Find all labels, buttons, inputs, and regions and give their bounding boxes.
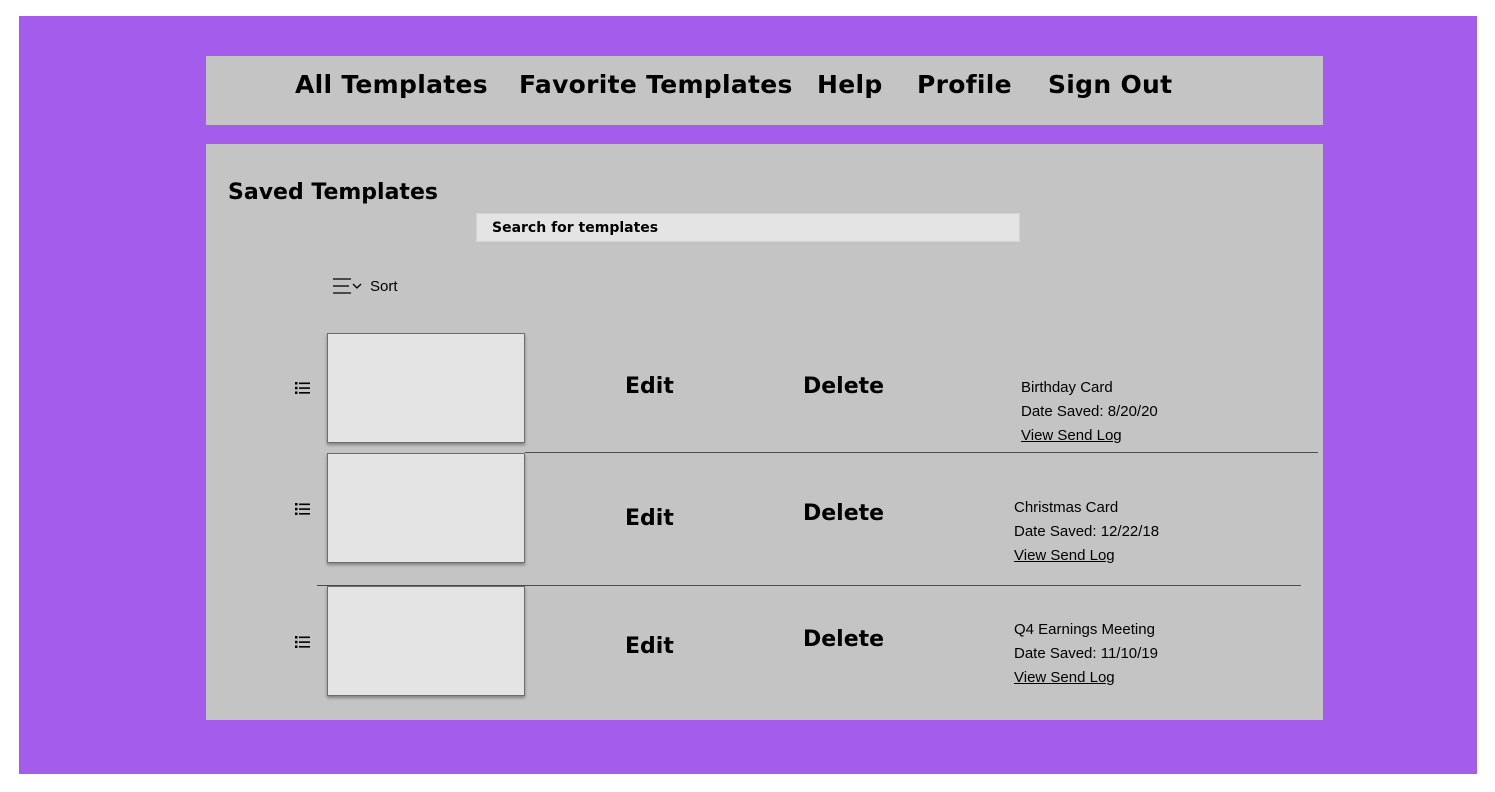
delete-button[interactable]: Delete: [803, 627, 884, 652]
template-date-saved: Date Saved: 11/10/19: [1014, 645, 1158, 662]
edit-button[interactable]: Edit: [625, 506, 674, 531]
page-title: Saved Templates: [228, 180, 438, 205]
sort-button[interactable]: Sort: [332, 274, 398, 298]
drag-list-icon[interactable]: [294, 502, 312, 516]
template-thumbnail[interactable]: [327, 586, 525, 696]
template-info: Christmas Card Date Saved: 12/22/18 View…: [1014, 496, 1159, 568]
drag-list-icon[interactable]: [294, 635, 312, 649]
nav-favorite-templates[interactable]: Favorite Templates: [519, 70, 793, 99]
nav-sign-out[interactable]: Sign Out: [1048, 70, 1172, 99]
view-send-log-link[interactable]: View Send Log: [1014, 544, 1159, 568]
saved-templates-panel: Saved Templates Sort Edit Delete Birthda…: [206, 144, 1323, 720]
template-thumbnail[interactable]: [327, 453, 525, 563]
template-name: Birthday Card: [1021, 379, 1113, 396]
edit-button[interactable]: Edit: [625, 634, 674, 659]
nav-profile[interactable]: Profile: [917, 70, 1012, 99]
template-date-saved: Date Saved: 12/22/18: [1014, 523, 1160, 540]
template-name: Q4 Earnings Meeting: [1014, 621, 1155, 638]
nav-help[interactable]: Help: [817, 70, 883, 99]
sort-icon: [333, 278, 362, 294]
top-navigation: All Templates Favorite Templates Help Pr…: [206, 56, 1323, 125]
drag-list-icon[interactable]: [294, 381, 312, 395]
nav-all-templates[interactable]: All Templates: [295, 70, 488, 99]
search-input[interactable]: [476, 213, 1020, 242]
delete-button[interactable]: Delete: [803, 374, 884, 399]
view-send-log-link[interactable]: View Send Log: [1014, 666, 1158, 690]
template-name: Christmas Card: [1014, 499, 1119, 516]
edit-button[interactable]: Edit: [625, 374, 674, 399]
template-date-saved: Date Saved: 8/20/20: [1021, 403, 1158, 420]
template-thumbnail[interactable]: [327, 333, 525, 443]
sort-label: Sort: [370, 277, 398, 295]
view-send-log-link[interactable]: View Send Log: [1021, 424, 1158, 448]
delete-button[interactable]: Delete: [803, 501, 884, 526]
template-info: Birthday Card Date Saved: 8/20/20 View S…: [1021, 376, 1158, 448]
row-divider: [525, 452, 1318, 453]
template-info: Q4 Earnings Meeting Date Saved: 11/10/19…: [1014, 618, 1158, 690]
